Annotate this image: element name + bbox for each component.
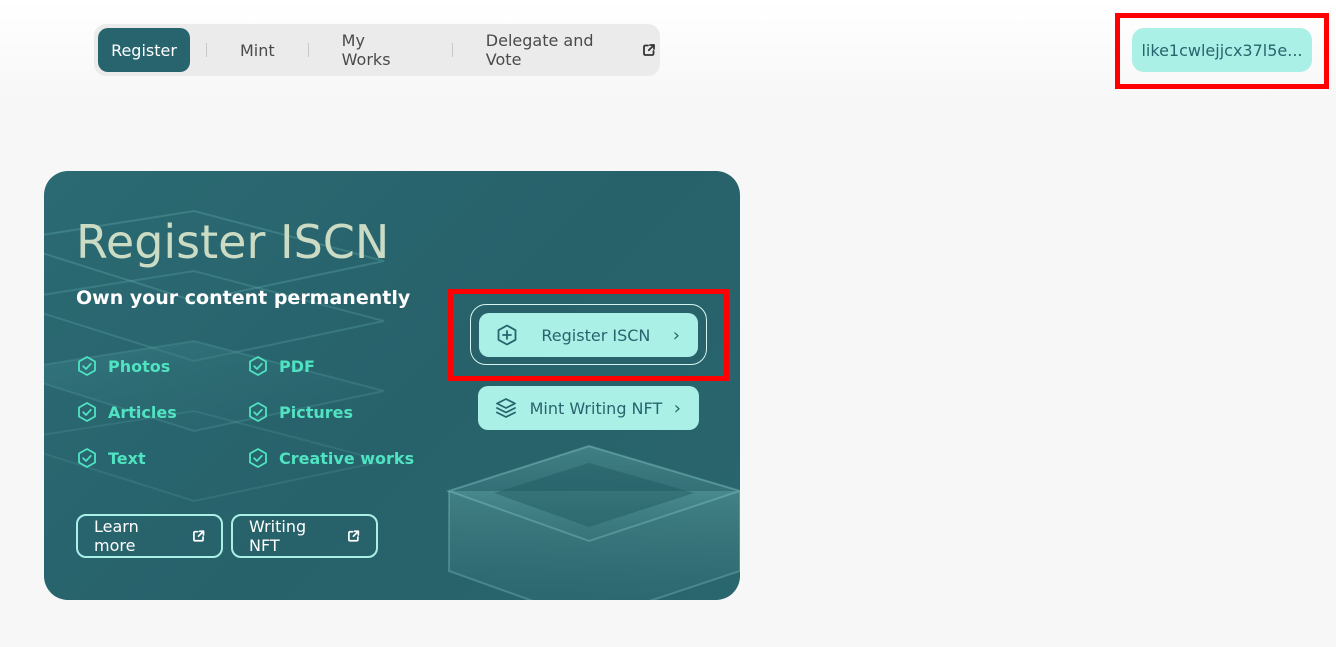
check-hexagon-icon	[78, 402, 96, 422]
nav-tab-label: Mint	[240, 40, 275, 60]
check-hexagon-icon	[249, 448, 267, 468]
chevron-right-icon: ›	[673, 397, 681, 419]
nav-divider	[451, 43, 453, 57]
feature-label: Articles	[108, 402, 177, 422]
feature-item: Creative works	[247, 447, 414, 469]
feature-label: PDF	[279, 356, 315, 376]
external-link-icon	[347, 530, 359, 542]
feature-item: Text	[76, 447, 146, 469]
check-hexagon-icon	[78, 448, 96, 468]
button-label: Mint Writing NFT	[529, 398, 663, 418]
feature-label: Pictures	[279, 402, 353, 422]
main-nav: Register Mint My Works Delegate and Vote	[94, 24, 660, 76]
learn-more-button[interactable]: Learn more	[76, 514, 223, 558]
feature-label: Photos	[108, 356, 171, 376]
plus-hexagon-icon	[495, 323, 519, 347]
nav-tab-register[interactable]: Register	[98, 28, 190, 72]
wallet-address-button[interactable]: like1cwlejjcx37l5e...	[1132, 28, 1312, 72]
card-title: Register ISCN	[76, 215, 390, 269]
nav-divider	[307, 43, 309, 57]
writing-nft-button[interactable]: Writing NFT	[231, 514, 378, 558]
register-iscn-card: Register ISCN Own your content permanent…	[44, 171, 740, 600]
feature-label: Creative works	[279, 448, 415, 468]
feature-label: Text	[108, 448, 146, 468]
nav-tab-label: Delegate and Vote	[485, 31, 594, 69]
button-label: Register ISCN	[541, 325, 651, 345]
card-subtitle: Own your content permanently	[76, 287, 411, 309]
check-hexagon-icon	[249, 356, 267, 376]
nav-tab-label: My Works	[341, 31, 391, 69]
wallet-address: like1cwlejjcx37l5e...	[1141, 40, 1303, 60]
check-hexagon-icon	[78, 356, 96, 376]
button-label: Learn more	[94, 517, 139, 555]
check-hexagon-icon	[249, 402, 267, 422]
external-link-icon	[192, 530, 204, 542]
feature-item: PDF	[247, 355, 315, 377]
nav-tab-my-works[interactable]: My Works	[342, 28, 419, 72]
feature-item: Pictures	[247, 401, 353, 423]
mint-writing-nft-button[interactable]: Mint Writing NFT ›	[478, 386, 699, 430]
feature-item: Articles	[76, 401, 177, 423]
external-link-icon	[642, 43, 656, 57]
register-iscn-button[interactable]: Register ISCN ›	[479, 313, 698, 357]
feature-item: Photos	[76, 355, 170, 377]
chevron-right-icon: ›	[672, 324, 680, 346]
layers-icon	[494, 396, 518, 420]
nav-tab-delegate-and-vote[interactable]: Delegate and Vote	[486, 28, 656, 72]
nav-divider	[206, 43, 207, 57]
nav-tab-mint[interactable]: Mint	[240, 28, 275, 72]
button-label: Writing NFT	[249, 517, 307, 555]
nav-tab-label: Register	[111, 40, 177, 60]
